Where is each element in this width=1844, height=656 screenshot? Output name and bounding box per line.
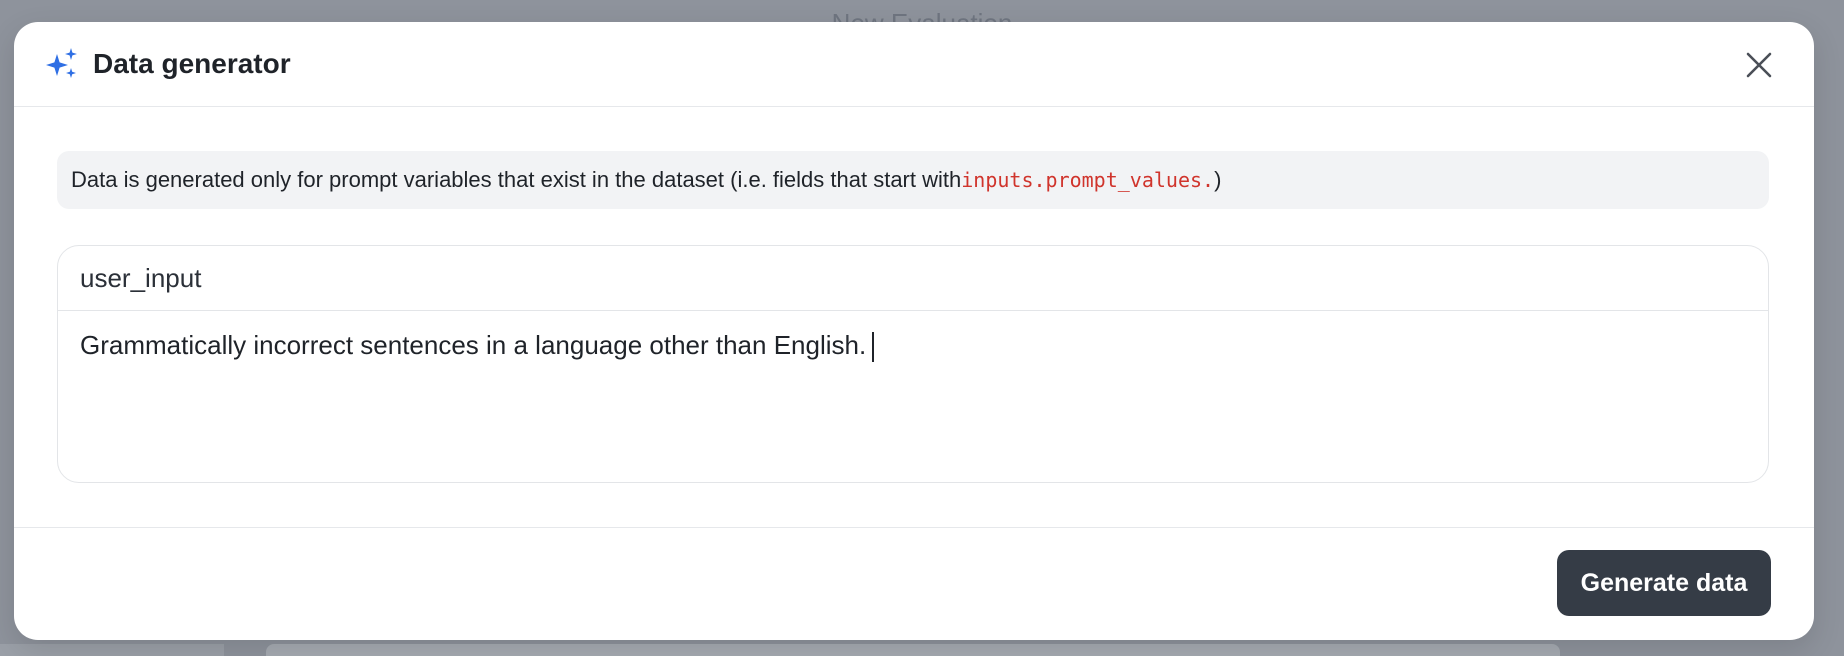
text-caret — [872, 332, 875, 363]
variable-field-card: user_input Grammatically incorrect sente… — [57, 245, 1769, 483]
dialog-title: Data generator — [93, 48, 291, 79]
info-code: inputs.prompt_values. — [961, 168, 1215, 192]
info-banner: Data is generated only for prompt variab… — [57, 151, 1769, 209]
background-card-edge — [266, 644, 1560, 656]
description-textarea[interactable]: Grammatically incorrect sentences in a l… — [58, 311, 1768, 380]
generate-data-button[interactable]: Generate data — [1557, 550, 1771, 616]
data-generator-dialog: Data generator Data is generated only fo… — [14, 22, 1814, 640]
dialog-header: Data generator — [14, 22, 1814, 107]
info-text-end: ) — [1214, 167, 1222, 192]
textarea-value: Grammatically incorrect sentences in a l… — [80, 330, 867, 360]
field-label: user_input — [58, 246, 1768, 311]
background-sidebar-edge — [0, 644, 224, 656]
dialog-body: Data is generated only for prompt variab… — [14, 107, 1814, 529]
sparkles-icon — [46, 48, 77, 78]
info-text: Data is generated only for prompt variab… — [71, 167, 962, 192]
close-icon[interactable] — [1742, 48, 1776, 82]
dialog-footer: Generate data — [14, 527, 1814, 640]
